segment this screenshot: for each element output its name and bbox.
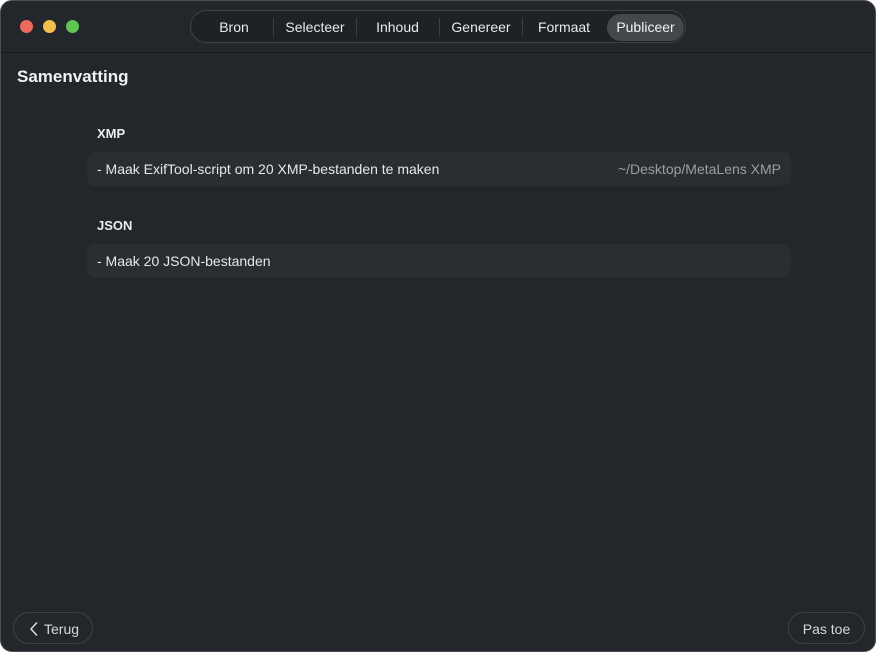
tab-selecteer[interactable]: Selecteer	[274, 14, 356, 41]
step-tabs: Bron Selecteer Inhoud Genereer Formaat P…	[190, 10, 686, 43]
back-button[interactable]: Terug	[13, 612, 93, 644]
summary-row-json: - Maak 20 JSON-bestanden	[87, 244, 791, 278]
tab-bron[interactable]: Bron	[196, 14, 272, 41]
tab-formaat[interactable]: Formaat	[523, 14, 605, 41]
section-title-xmp: XMP	[97, 126, 126, 141]
app-window: Bron Selecteer Inhoud Genereer Formaat P…	[0, 0, 876, 652]
apply-button[interactable]: Pas toe	[788, 612, 865, 644]
back-button-label: Terug	[44, 621, 80, 637]
summary-row-xmp: - Maak ExifTool-script om 20 XMP-bestand…	[87, 152, 791, 186]
title-bar: Bron Selecteer Inhoud Genereer Formaat P…	[1, 1, 875, 53]
page-title: Samenvatting	[17, 67, 129, 86]
chevron-left-icon	[30, 622, 38, 636]
tab-inhoud[interactable]: Inhoud	[357, 14, 438, 41]
row-description: - Maak ExifTool-script om 20 XMP-bestand…	[97, 161, 440, 177]
tab-publiceer[interactable]: Publiceer	[607, 14, 684, 41]
output-path: ~/Desktop/MetaLens XMP	[617, 161, 781, 177]
zoom-window-button[interactable]	[66, 20, 79, 33]
section-title-json: JSON	[97, 218, 133, 233]
tab-genereer[interactable]: Genereer	[440, 14, 522, 41]
close-window-button[interactable]	[20, 20, 33, 33]
minimize-window-button[interactable]	[43, 20, 56, 33]
row-description: - Maak 20 JSON-bestanden	[97, 253, 271, 269]
